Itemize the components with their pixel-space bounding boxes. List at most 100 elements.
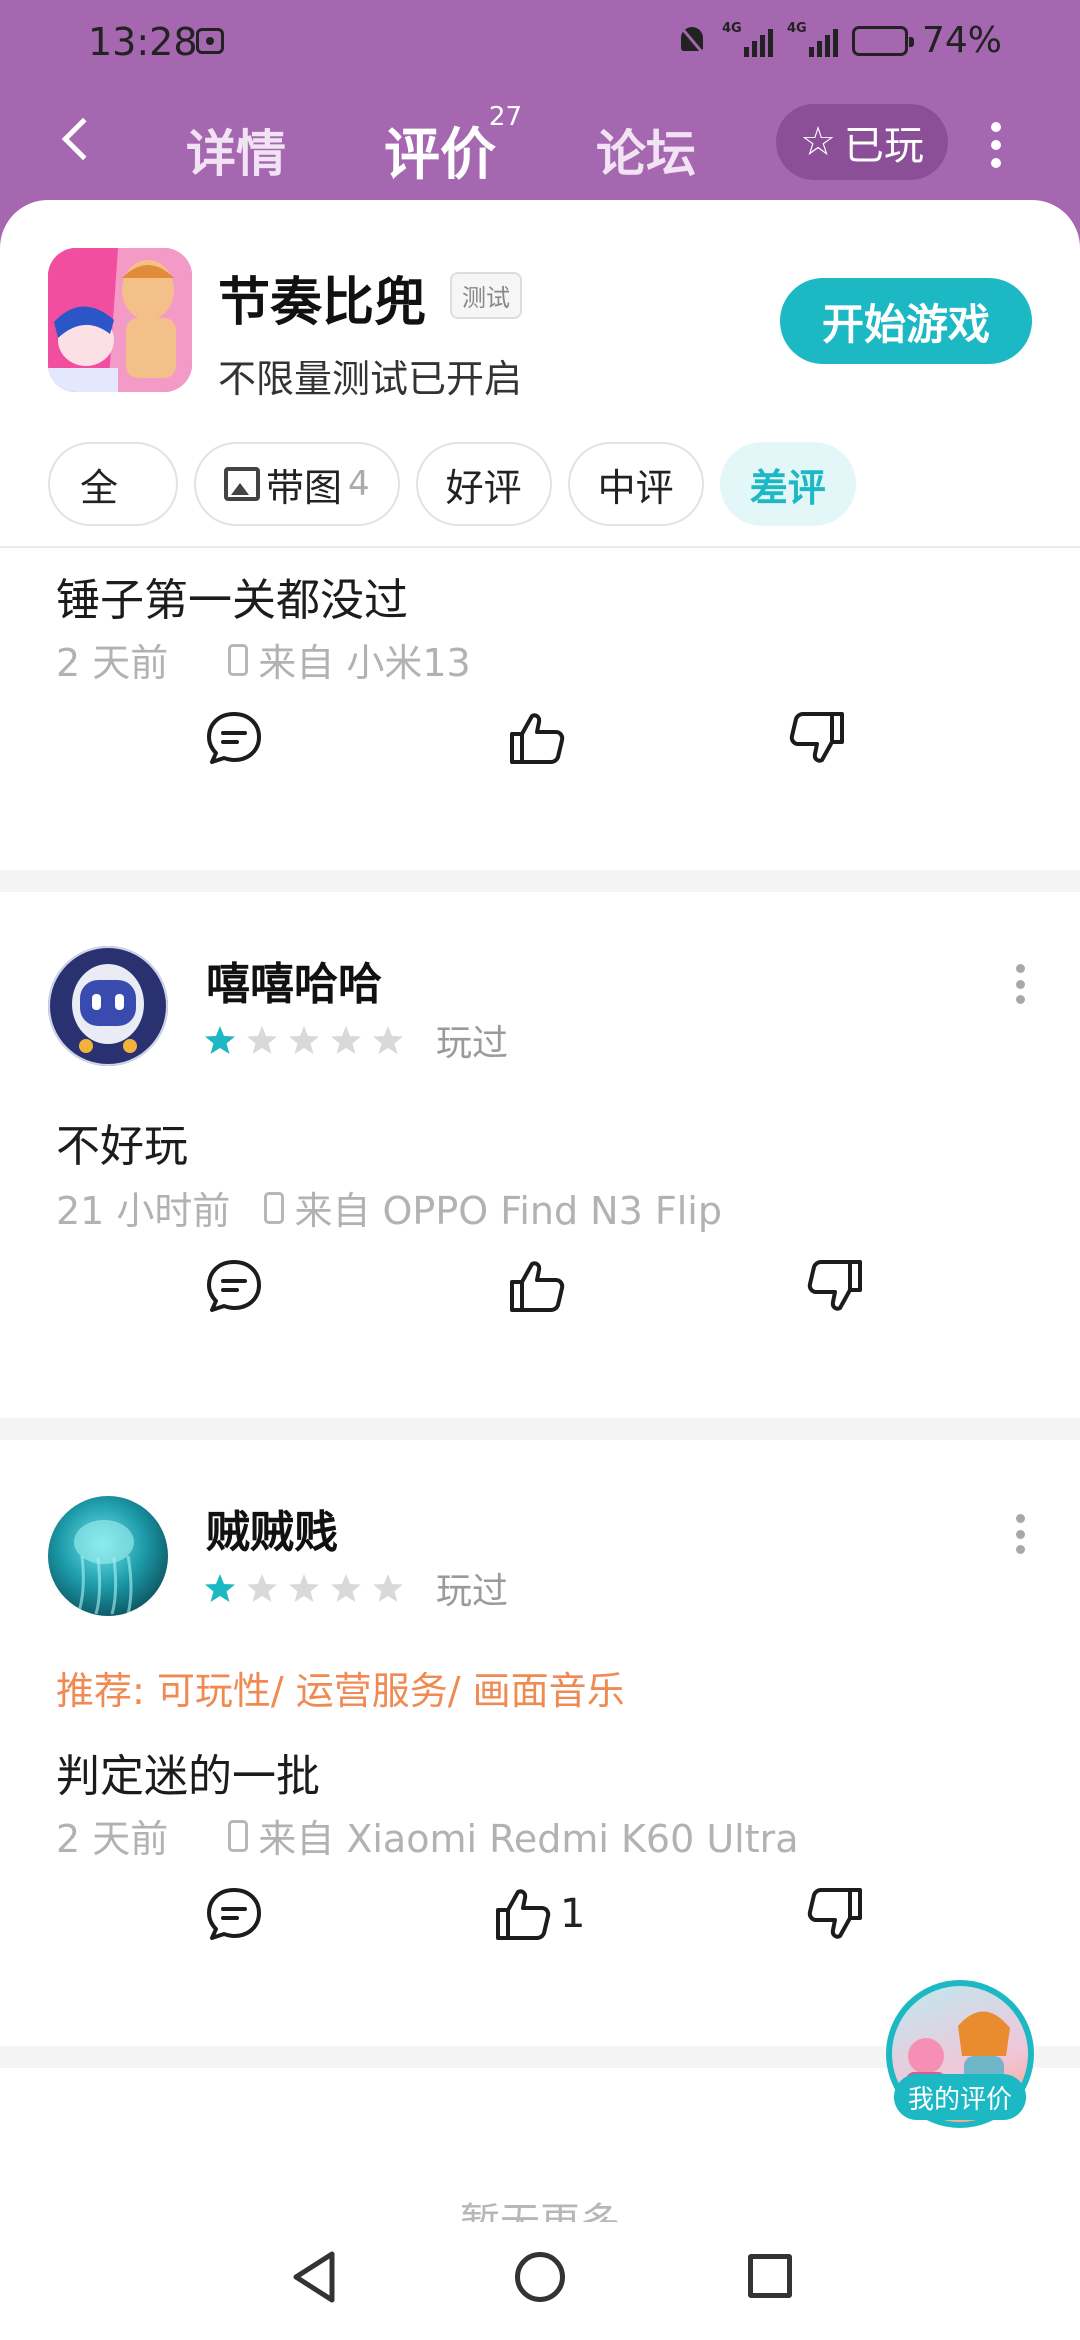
- review-more-icon[interactable]: [1016, 964, 1026, 1004]
- filter-with-image[interactable]: 带图 4: [194, 442, 400, 526]
- filter-negative[interactable]: 差评: [719, 442, 856, 526]
- star-outline-icon: ☆: [800, 119, 836, 165]
- signal-icon: 4G: [722, 21, 773, 57]
- game-icon[interactable]: [48, 248, 192, 392]
- thumbs-down-icon: [789, 712, 844, 763]
- star-empty-icon: [289, 1574, 319, 1602]
- mute-bell-icon: [678, 25, 708, 57]
- top-nav: 详情 评价 27 论坛 ☆ 已玩: [0, 84, 1080, 204]
- status-bar: 13:28 4G 4G 74%: [0, 0, 1080, 84]
- image-icon: [224, 467, 260, 501]
- star-empty-icon: [247, 1574, 277, 1602]
- dislike-button[interactable]: [806, 1258, 864, 1314]
- test-badge: 测试: [450, 272, 522, 319]
- review-time: 2 天前: [56, 1817, 169, 1861]
- play-status: 玩过: [436, 1023, 509, 1064]
- review-device: 来自 小米13: [258, 641, 471, 685]
- tab-reviews-count: 27: [488, 102, 522, 132]
- filter-with-image-count: 4: [348, 464, 370, 504]
- thumbs-up-icon: [510, 1261, 565, 1312]
- filter-positive[interactable]: 好评: [415, 442, 552, 526]
- avatar[interactable]: [48, 946, 168, 1066]
- filter-neutral[interactable]: 中评: [567, 442, 704, 526]
- review-time: 21 小时前: [56, 1189, 231, 1233]
- review-text: 锤子第一关都没过: [56, 575, 408, 626]
- star-empty-icon: [331, 1574, 361, 1602]
- review-meta: 2 天前 来自 Xiaomi Redmi K60 Ultra: [56, 1808, 799, 1863]
- thumbs-down-icon: [807, 1888, 862, 1939]
- system-home-icon[interactable]: [515, 2252, 565, 2302]
- comment-icon: [207, 1888, 261, 1940]
- rating-stars: 玩过: [204, 1014, 508, 1066]
- tab-details[interactable]: 详情: [186, 114, 286, 186]
- phone-icon: [228, 1819, 249, 1852]
- avatar[interactable]: [48, 1496, 168, 1616]
- review-text: 不好玩: [56, 1121, 188, 1172]
- filter-with-image-label: 带图: [266, 465, 343, 510]
- review-actions: 1: [0, 1886, 1080, 1966]
- star-empty-icon: [331, 1026, 361, 1054]
- system-recents-icon[interactable]: [748, 2254, 792, 2298]
- status-indicators: 4G 4G 74%: [678, 20, 1002, 61]
- battery-percent: 74%: [921, 20, 1002, 61]
- tiktok-icon: [196, 28, 224, 54]
- network-type: 4G: [721, 20, 742, 36]
- back-icon[interactable]: [61, 117, 105, 161]
- play-status: 玩过: [436, 1571, 509, 1612]
- filter-all[interactable]: 全: [48, 442, 178, 526]
- game-subtitle: 不限量测试已开启: [218, 357, 523, 401]
- comment-button[interactable]: [205, 1886, 263, 1942]
- like-count: 1: [560, 1891, 586, 1937]
- user-name[interactable]: 嘻嘻哈哈: [206, 948, 382, 1012]
- divider: [0, 546, 1080, 548]
- star-empty-icon: [289, 1026, 319, 1054]
- review-text: 判定迷的一批: [56, 1751, 320, 1802]
- review-more-icon[interactable]: [1016, 1514, 1026, 1554]
- tab-reviews[interactable]: 评价 27: [384, 102, 522, 191]
- like-button[interactable]: 1: [494, 1886, 585, 1942]
- signal-icon-2: 4G: [787, 21, 838, 57]
- star-empty-icon: [373, 1574, 403, 1602]
- network-type-2: 4G: [786, 20, 807, 36]
- phone-icon: [264, 1191, 285, 1224]
- dislike-button[interactable]: [788, 710, 846, 766]
- phone-icon: [228, 643, 249, 676]
- system-back-icon[interactable]: [290, 2250, 340, 2304]
- review-actions: [0, 710, 1080, 790]
- like-button[interactable]: [508, 1258, 566, 1314]
- recommend-tags: 推荐: 可玩性/ 运营服务/ 画面音乐: [56, 1669, 625, 1713]
- dislike-button[interactable]: [806, 1886, 864, 1942]
- review-actions: [0, 1258, 1080, 1338]
- tab-forum[interactable]: 论坛: [596, 114, 696, 186]
- my-review-label[interactable]: 我的评价: [894, 2074, 1026, 2120]
- more-menu-icon[interactable]: [990, 122, 1002, 168]
- comment-icon: [207, 712, 261, 764]
- thumbs-up-icon: [510, 713, 565, 764]
- comment-button[interactable]: [205, 1258, 263, 1314]
- user-name[interactable]: 贼贼贱: [206, 1496, 338, 1560]
- review-meta: 21 小时前 来自 OPPO Find N3 Flip: [56, 1180, 722, 1235]
- star-filled-icon: [205, 1026, 235, 1054]
- star-empty-icon: [247, 1026, 277, 1054]
- review-time: 2 天前: [56, 641, 169, 685]
- star-filled-icon: [205, 1574, 235, 1602]
- thumbs-up-icon: [496, 1889, 551, 1940]
- like-button[interactable]: [508, 710, 566, 766]
- game-header: 节奏比兜 测试 不限量测试已开启 开始游戏: [48, 248, 1032, 401]
- status-time: 13:28: [88, 20, 198, 64]
- start-game-button[interactable]: 开始游戏: [780, 278, 1032, 364]
- battery-icon: [851, 25, 914, 56]
- star-empty-icon: [373, 1026, 403, 1054]
- review-meta: 2 天前 来自 小米13: [56, 632, 471, 687]
- comment-button[interactable]: [205, 710, 263, 766]
- thumbs-down-icon: [807, 1260, 862, 1311]
- comment-icon: [207, 1260, 261, 1312]
- rating-stars: 玩过: [204, 1562, 508, 1614]
- played-button[interactable]: ☆ 已玩: [776, 104, 948, 180]
- review-device: 来自 Xiaomi Redmi K60 Ultra: [258, 1817, 799, 1861]
- tab-reviews-label: 评价: [384, 123, 496, 188]
- section-gap: [0, 870, 1080, 892]
- section-gap: [0, 1418, 1080, 1440]
- review-device: 来自 OPPO Find N3 Flip: [294, 1189, 722, 1233]
- played-label: 已玩: [843, 123, 924, 169]
